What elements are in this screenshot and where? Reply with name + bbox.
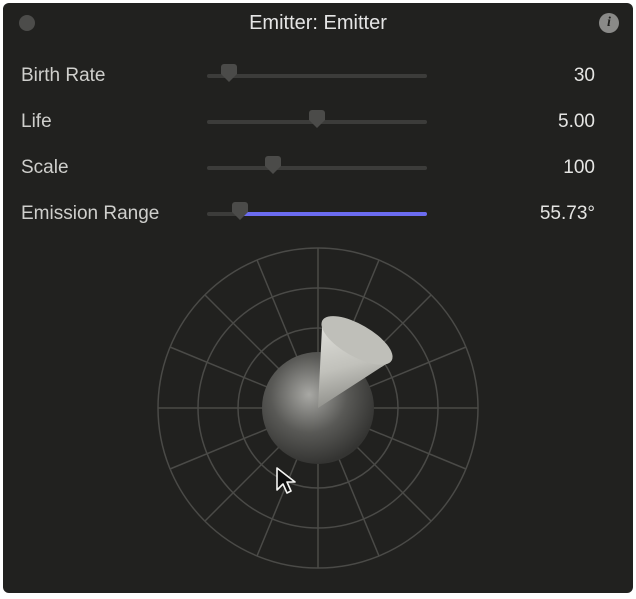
scale-slider[interactable] [207,156,427,180]
birth-rate-slider[interactable] [207,64,427,88]
param-value[interactable]: 100 [427,157,615,179]
title-bar: Emitter: Emitter i [3,3,633,43]
param-row-scale: Scale 100 [21,145,615,191]
parameter-list: Birth Rate 30 Life 5.00 Scale 100 E [3,43,633,237]
param-row-emission-range: Emission Range 55.73° [21,191,615,237]
slider-track [207,74,427,78]
emission-range-slider[interactable] [207,202,427,226]
param-row-birth-rate: Birth Rate 30 [21,53,615,99]
param-label: Life [21,111,207,133]
param-value[interactable]: 55.73° [427,203,615,225]
param-label: Emission Range [21,203,207,225]
life-slider[interactable] [207,110,427,134]
slider-fill [240,212,427,216]
emitter-hud-panel: Emitter: Emitter i Birth Rate 30 Life 5.… [3,3,633,593]
param-value[interactable]: 5.00 [427,111,615,133]
panel-title: Emitter: Emitter [3,12,633,35]
param-value[interactable]: 30 [427,65,615,87]
param-row-life: Life 5.00 [21,99,615,145]
emission-radar-control[interactable] [153,243,483,573]
info-icon[interactable]: i [599,13,619,33]
param-label: Birth Rate [21,65,207,87]
emission-radar-area [3,237,633,582]
slider-track [207,166,427,170]
window-dot-icon[interactable] [19,15,35,31]
param-label: Scale [21,157,207,179]
